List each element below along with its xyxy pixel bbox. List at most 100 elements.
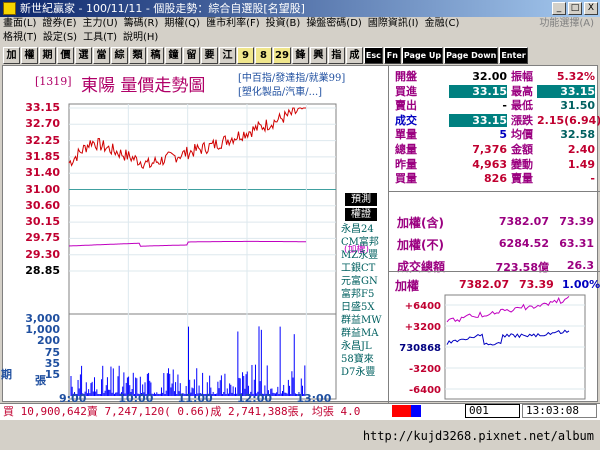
warrant-title[interactable]: 權證: [345, 208, 377, 221]
toolbar-button[interactable]: 鋒: [291, 46, 309, 64]
price-tick-label: 33.15: [25, 101, 60, 114]
price-tick-label: 32.25: [25, 133, 60, 147]
minimize-button[interactable]: _: [552, 2, 566, 15]
warrant-item[interactable]: CM富邦: [341, 236, 388, 249]
menu-item[interactable]: 工具(T): [83, 31, 117, 45]
toolbar-button[interactable]: 成: [345, 46, 363, 64]
toolbar-button[interactable]: Page Up: [401, 46, 444, 64]
warrant-item[interactable]: 群益MW: [341, 314, 388, 327]
warrant-item[interactable]: MZ永豐: [341, 249, 388, 262]
toolbar-button[interactable]: 要: [201, 46, 218, 64]
toolbar-button[interactable]: 價: [57, 46, 74, 64]
index-label: 加權(含): [397, 216, 444, 230]
toolbar-button[interactable]: 期: [39, 46, 56, 64]
index-value: 7382.07: [498, 215, 549, 228]
toolbar-button[interactable]: 9: [237, 46, 254, 64]
maximize-button[interactable]: □: [568, 2, 582, 15]
warrant-item[interactable]: 元富GN: [341, 275, 388, 288]
index-change: 73.39: [559, 215, 594, 228]
mini-volume-line: [446, 329, 570, 346]
quote-label: 開盤: [395, 70, 417, 83]
index-label: 成交總額: [397, 260, 446, 274]
toolbar-button[interactable]: 選: [75, 46, 92, 64]
forecast-title[interactable]: 預測: [345, 193, 377, 206]
toolbar-button[interactable]: 指: [327, 46, 345, 64]
mini-tick-label: -6400: [409, 385, 441, 396]
menu-row-1: 畫面(L) 證券(E) 主力(U) 籌碼(R) 期權(Q) 匯市利率(F) 投資(B) 操盤密…: [0, 17, 600, 31]
stock-code-input[interactable]: 001: [465, 404, 520, 418]
toolbar-button[interactable]: 鐘: [165, 46, 182, 64]
time-tick-label: 12:00: [237, 392, 272, 403]
toolbar-button[interactable]: 稿: [147, 46, 164, 64]
quote-label: 買進: [395, 84, 417, 98]
toolbar-button[interactable]: 留: [183, 46, 200, 64]
toolbar-button[interactable]: 類: [129, 46, 146, 64]
toolbar-button[interactable]: 8: [255, 46, 272, 64]
menu-item[interactable]: 投資(B): [266, 17, 301, 31]
toolbar-button[interactable]: Esc: [363, 46, 383, 64]
warrant-item[interactable]: D7永豐: [341, 366, 388, 379]
menu-item[interactable]: 主力(U): [83, 17, 118, 31]
toolbar-button[interactable]: Page Down: [444, 46, 499, 64]
time-tick-label: 11:00: [178, 392, 213, 403]
toolbar-button[interactable]: Enter: [499, 46, 528, 64]
toolbar-button[interactable]: 綜: [111, 46, 128, 64]
toolbar-button[interactable]: 江: [219, 46, 236, 64]
quote-value: 31.50: [560, 99, 595, 113]
toolbar-button[interactable]: 當: [93, 46, 110, 64]
toolbar-button[interactable]: 加: [3, 46, 20, 64]
quote-label: 成交: [395, 113, 417, 127]
toolbar-button[interactable]: 權: [21, 46, 38, 64]
menu-item[interactable]: 畫面(L): [3, 17, 36, 31]
warrant-item[interactable]: 群益MA: [341, 327, 388, 340]
warrant-item[interactable]: 永昌JL: [341, 340, 388, 353]
quote-divider: [389, 191, 600, 192]
toolbar-button[interactable]: Fn: [383, 46, 401, 64]
clock: 13:03:08: [522, 404, 597, 418]
time-tick-label: 9:00: [59, 392, 87, 403]
toolbar-button[interactable]: 興: [309, 46, 327, 64]
mini-index-chart[interactable]: +6400 +3200 730868 -3200 -6400: [389, 291, 600, 403]
close-button[interactable]: X: [584, 2, 598, 15]
menu-item[interactable]: 設定(S): [43, 31, 77, 45]
quote-value: 4,963: [472, 157, 507, 171]
mini-tick-label: +6400: [405, 301, 441, 312]
warrant-item[interactable]: 工銀CT: [341, 262, 388, 275]
quote-value: 5: [499, 128, 507, 142]
price-tick-label: 32.70: [25, 117, 60, 131]
status-color-bar: [392, 405, 461, 417]
menu-item[interactable]: 格視(T): [3, 31, 37, 45]
warrant-list: 預測 權證 永昌24 CM富邦 MZ永豐 工銀CT 元富GN 富邦F5 日盛5X 群益MW 群益…: [341, 193, 388, 379]
quote-label: 買量: [395, 172, 417, 186]
toolbar-button[interactable]: 29: [273, 46, 291, 64]
quote-value: -: [502, 99, 507, 113]
main-panel: [1319] 東陽 量價走勢圖 [中百指/發達指/就業99] [塑化製品/汽車/…: [1, 65, 600, 403]
warrant-item[interactable]: 富邦F5: [341, 288, 388, 301]
quote-value: 2.15(6.94): [537, 113, 600, 127]
warrant-item[interactable]: 永昌24: [341, 223, 388, 236]
index-value: 6284.52: [498, 237, 549, 250]
period-label: 期: [1, 368, 12, 381]
quote-value: 33.15: [449, 113, 507, 127]
warrant-item[interactable]: 58寶來: [341, 353, 388, 366]
warrant-item[interactable]: 日盛5X: [341, 301, 388, 314]
price-tick-label: 29.75: [25, 231, 60, 245]
quote-value: 2.40: [567, 143, 595, 156]
menu-item[interactable]: 證券(E): [42, 17, 76, 31]
menu-item[interactable]: 匯市利率(F): [206, 17, 260, 31]
menu-item[interactable]: 金融(C): [425, 17, 460, 31]
quote-value: -: [590, 172, 595, 186]
quote-label: 昨量: [395, 157, 417, 171]
menu-item[interactable]: 功能選擇(A): [539, 17, 594, 31]
menu-item[interactable]: 操盤密碼(D): [306, 17, 362, 31]
menu-item[interactable]: 籌碼(R): [124, 17, 159, 31]
quote-value: 826: [484, 172, 507, 186]
toolbar: 加權期價選當綜類稿鐘留要江 9 8 29 鋒興指成 Esc Fn Page Up Page Do…: [0, 45, 600, 65]
quote-value: 32.00: [472, 70, 507, 83]
menu-item[interactable]: 說明(H): [123, 31, 158, 45]
menu-item[interactable]: 期權(Q): [164, 17, 200, 31]
mini-index-value: 7382.07: [459, 278, 510, 291]
quote-value: 5.32%: [556, 70, 595, 83]
menu-item[interactable]: 國際資訊(I): [368, 17, 419, 31]
index-value: 723.58億: [495, 261, 549, 274]
